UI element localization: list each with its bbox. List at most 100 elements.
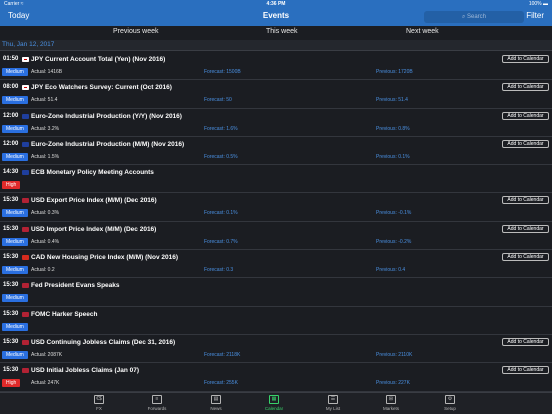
previous-value: Previous: 2110K xyxy=(376,351,413,358)
currency-icon: €$ xyxy=(94,395,104,404)
event-time: 14:30 xyxy=(3,169,19,176)
impact-badge: High xyxy=(2,379,21,388)
forecast-value: Forecast: 0.7% xyxy=(204,238,238,245)
country-flag-icon xyxy=(22,368,29,374)
event-name: FOMC Harker Speech xyxy=(31,310,98,318)
impact-badge: Medium xyxy=(2,152,28,161)
country-flag-icon xyxy=(22,283,29,289)
add-to-calendar-button[interactable]: Add to Calendar xyxy=(502,139,549,148)
navigation-bar: Today Events ⌕ Search Filter xyxy=(0,8,552,26)
event-row[interactable]: 15:30 USD Import Price Index (M/M) (Dec 2… xyxy=(0,222,552,251)
event-time: 15:30 xyxy=(3,338,19,345)
previous-value: Previous: 1720B xyxy=(376,69,413,75)
event-name: USD Export Price Index (M/M) (Dec 2016) xyxy=(31,197,157,205)
add-to-calendar-button[interactable]: Add to Calendar xyxy=(502,366,549,375)
markets-icon: ⊞ xyxy=(386,395,396,404)
add-to-calendar-button[interactable]: Add to Calendar xyxy=(502,83,549,92)
week-selector: Previous week This week Next week xyxy=(0,26,552,40)
previous-week-button[interactable]: Previous week xyxy=(113,28,159,35)
country-flag-icon xyxy=(22,311,29,317)
event-name: Fed President Evans Speaks xyxy=(31,282,120,290)
news-icon: ▤ xyxy=(211,395,221,404)
event-time: 15:30 xyxy=(3,225,19,232)
tab-label: Setup xyxy=(444,406,456,411)
add-to-calendar-button[interactable]: Add to Calendar xyxy=(502,253,549,262)
event-row[interactable]: 15:30 Fed President Evans Speaks Medium xyxy=(0,278,552,307)
event-name: Euro-Zone Industrial Production (M/M) (N… xyxy=(31,140,185,148)
event-row[interactable]: 15:30 FOMC Harker Speech Medium xyxy=(0,307,552,335)
impact-badge: Medium xyxy=(2,322,28,331)
this-week-button[interactable]: This week xyxy=(266,28,298,35)
filter-button[interactable]: Filter xyxy=(526,11,544,20)
event-name: USD Import Price Index (M/M) (Dec 2016) xyxy=(31,225,157,233)
tab-forwards[interactable]: ≡ Forwards xyxy=(137,395,177,411)
tab-bar: €$ FX ≡ Forwards ▤ News ▦ Calendar ☰ My List ⊞ Mark… xyxy=(0,392,552,414)
country-flag-icon xyxy=(22,170,29,176)
country-flag-icon xyxy=(22,85,29,91)
event-time: 15:30 xyxy=(3,367,19,374)
country-flag-icon xyxy=(22,113,29,119)
country-flag-icon xyxy=(22,141,29,147)
previous-value: Previous: 0.4 xyxy=(376,267,406,274)
event-row[interactable]: 15:30 CAD New Housing Price Index (M/M) (… xyxy=(0,250,552,279)
forecast-value: Forecast: 1500B xyxy=(204,69,241,75)
actual-value: Actual: 0.4% xyxy=(31,238,60,245)
search-input[interactable]: ⌕ Search xyxy=(424,11,524,23)
impact-badge: High xyxy=(2,181,21,190)
next-week-button[interactable]: Next week xyxy=(406,28,439,35)
forecast-value: Forecast: 255K xyxy=(204,380,238,387)
add-to-calendar-button[interactable]: Add to Calendar xyxy=(502,337,549,346)
actual-value: Actual: 51.4 xyxy=(31,97,58,104)
status-bar: Carrier ≈ 4:36 PM 100% ▬ xyxy=(0,0,552,8)
add-to-calendar-button[interactable]: Add to Calendar xyxy=(502,111,549,120)
event-row[interactable]: 14:30 ECB Monetary Policy Meeting Account… xyxy=(0,165,552,194)
forecast-value: Forecast: 1.6% xyxy=(204,125,238,132)
add-to-calendar-button[interactable]: Add to Calendar xyxy=(502,224,549,233)
forecast-value: Forecast: 0.5% xyxy=(204,153,238,160)
event-row[interactable]: 12:00 Euro-Zone Industrial Production (M/… xyxy=(0,137,552,166)
tab-label: Calendar xyxy=(264,406,284,411)
event-name: ECB Monetary Policy Meeting Accounts xyxy=(31,169,154,177)
actual-value: Actual: 2087K xyxy=(31,351,63,358)
previous-value: Previous: -0.1% xyxy=(376,210,412,217)
forecast-value: Forecast: 0.3 xyxy=(204,267,234,274)
tab-fx[interactable]: €$ FX xyxy=(79,395,119,411)
country-flag-icon xyxy=(22,226,29,232)
impact-badge: Medium xyxy=(2,350,28,359)
event-name: JPY Current Account Total (Yen) (Nov 201… xyxy=(31,56,166,63)
date-header: Thu, Jan 12, 2017 xyxy=(0,40,552,51)
country-flag-icon xyxy=(22,339,29,345)
country-flag-icon xyxy=(22,255,29,261)
actual-value: Actual: 1.5% xyxy=(31,153,60,160)
event-row[interactable]: 15:30 USD Initial Jobless Claims (Jan 07)… xyxy=(0,363,552,392)
actual-value: Actual: 1416B xyxy=(31,69,63,75)
add-to-calendar-button[interactable]: Add to Calendar xyxy=(502,55,549,63)
previous-value: Previous: 0.1% xyxy=(376,153,410,160)
tab-setup[interactable]: ⚙ Setup xyxy=(430,395,470,411)
impact-badge: Medium xyxy=(2,266,28,275)
event-name: Euro-Zone Industrial Production (Y/Y) (N… xyxy=(31,112,182,120)
tab-calendar[interactable]: ▦ Calendar xyxy=(254,395,294,411)
tab-label: News xyxy=(210,406,222,411)
tab-label: Forwards xyxy=(147,406,167,411)
gear-icon: ⚙ xyxy=(445,395,455,404)
event-row[interactable]: 15:30 USD Export Price Index (M/M) (Dec 2… xyxy=(0,193,552,222)
tab-markets[interactable]: ⊞ Markets xyxy=(371,395,411,411)
event-row[interactable]: 12:00 Euro-Zone Industrial Production (Y/… xyxy=(0,109,552,137)
previous-value: Previous: 227K xyxy=(376,380,410,387)
tab-news[interactable]: ▤ News xyxy=(196,395,236,411)
impact-badge: Medium xyxy=(2,96,28,105)
tab-my-list[interactable]: ☰ My List xyxy=(313,395,353,411)
battery-indicator: 100% ▬ xyxy=(528,1,548,7)
actual-value: Actual: 247K xyxy=(31,380,60,387)
tab-label: Markets xyxy=(382,406,399,411)
event-time: 12:00 xyxy=(3,112,19,119)
list-icon: ☰ xyxy=(328,395,338,404)
add-to-calendar-button[interactable]: Add to Calendar xyxy=(502,196,549,205)
event-name: CAD New Housing Price Index (M/M) (Nov 2… xyxy=(31,254,178,262)
today-button[interactable]: Today xyxy=(8,11,29,20)
event-row[interactable]: 01:50 JPY Current Account Total (Yen) (No… xyxy=(0,52,552,81)
event-row[interactable]: 15:30 USD Continuing Jobless Claims (Dec … xyxy=(0,335,552,364)
event-row[interactable]: 08:00 JPY Eco Watchers Survey: Current (O… xyxy=(0,80,552,109)
impact-badge: Medium xyxy=(2,294,28,303)
